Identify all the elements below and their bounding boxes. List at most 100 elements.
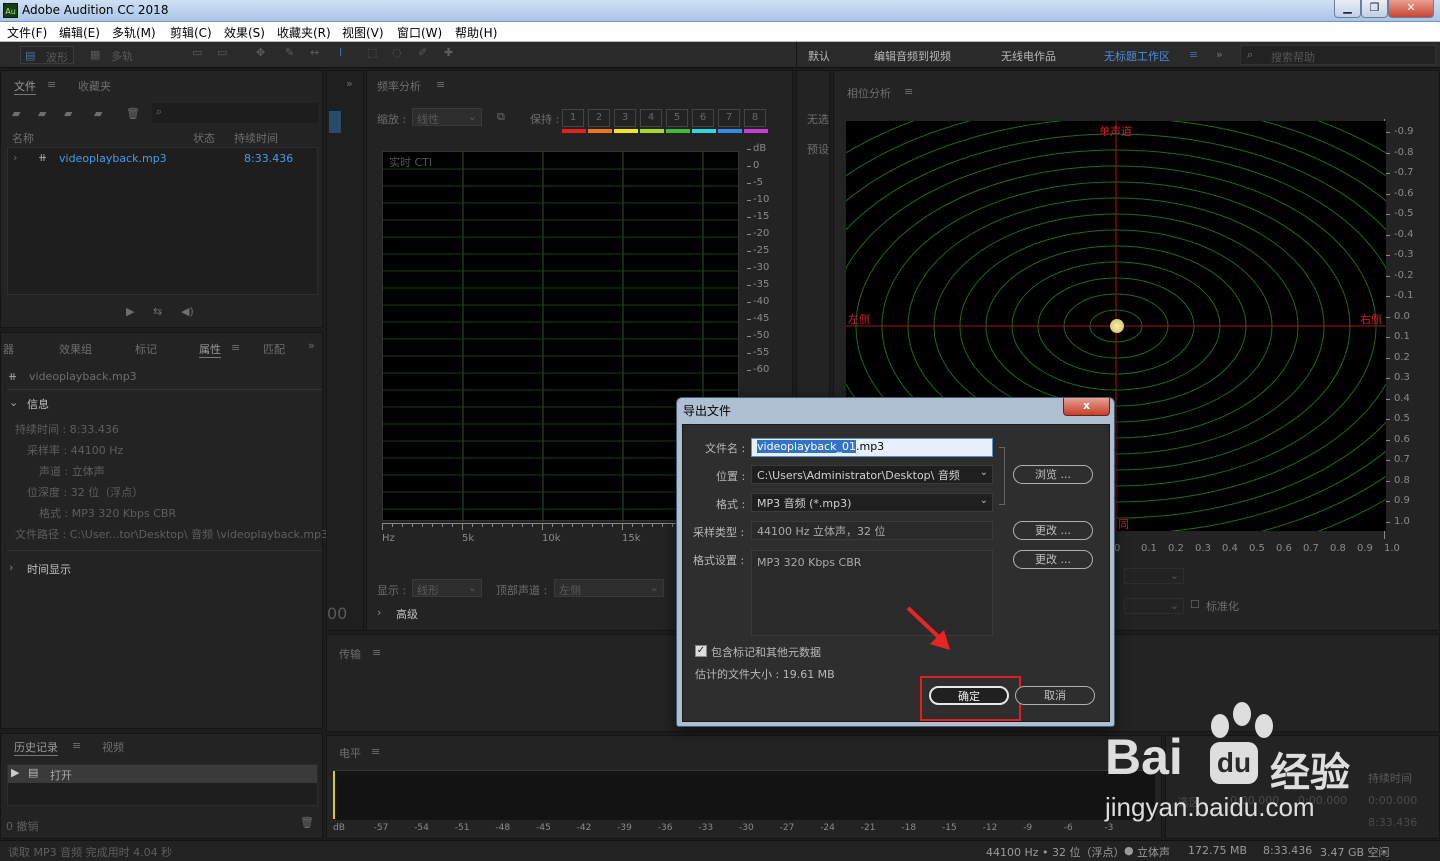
open-file-icon[interactable]: ▰: [12, 107, 20, 120]
transport-menu-icon[interactable]: ≡: [372, 646, 381, 659]
display-select[interactable]: 线形 ⌄: [412, 579, 482, 597]
side-item-presets[interactable]: 预设: [807, 141, 829, 157]
change-sample-button[interactable]: 更改 ...: [1013, 521, 1093, 540]
help-search-box[interactable]: ⌕ 搜索帮助: [1240, 45, 1436, 65]
workspace-edit-to-video[interactable]: 编辑音频到视频: [874, 48, 951, 64]
expand-icon[interactable]: ›: [9, 561, 13, 574]
col-name[interactable]: 名称: [12, 130, 34, 146]
menu-favorites[interactable]: 收藏夹(R): [277, 24, 331, 41]
col-status[interactable]: 状态: [193, 130, 215, 146]
change-format-button[interactable]: 更改 ...: [1013, 550, 1093, 569]
insert-icon[interactable]: ▰: [94, 107, 102, 120]
razor-tool-icon[interactable]: ✎: [285, 46, 294, 59]
level-menu-icon[interactable]: ≡: [371, 745, 380, 758]
workspace-untitled[interactable]: 无标题工作区: [1104, 48, 1170, 64]
expand-icon[interactable]: ›: [377, 606, 381, 619]
close-window-button[interactable]: ✕: [1388, 0, 1434, 18]
view-duration[interactable]: 8:33.436: [1368, 816, 1417, 829]
collapse-icon[interactable]: ⌄: [9, 396, 18, 409]
time-selection-tool-icon[interactable]: I: [339, 46, 342, 59]
tab-video[interactable]: 视频: [102, 739, 124, 755]
side-item-none[interactable]: 无选: [807, 111, 829, 127]
history-menu-icon[interactable]: ≡: [72, 739, 81, 752]
brush-tool-icon[interactable]: ✐: [418, 46, 427, 59]
selection-end[interactable]: 0:00.000: [1298, 794, 1347, 807]
hold-button-2[interactable]: 2: [588, 109, 610, 127]
tab-history[interactable]: 历史记录: [14, 739, 58, 756]
format-select[interactable]: MP3 音频 (*.mp3) ⌄: [751, 493, 993, 512]
editor-tab-icon[interactable]: [329, 111, 341, 133]
ok-button[interactable]: 确定: [929, 686, 1009, 705]
spectral-display-icon[interactable]: ▭: [192, 46, 202, 59]
normalize-checkbox[interactable]: ☐: [1190, 598, 1200, 611]
multitrack-view-button[interactable]: ▦ 多轨: [86, 46, 140, 64]
hold-button-1[interactable]: 1: [562, 109, 584, 127]
lasso-tool-icon[interactable]: ◌: [392, 46, 402, 59]
maximize-button[interactable]: ❐: [1361, 0, 1388, 18]
move-tool-icon[interactable]: ✥: [256, 46, 265, 59]
dialog-close-button[interactable]: x: [1063, 398, 1110, 416]
menu-effects[interactable]: 效果(S): [224, 24, 265, 41]
files-menu-icon[interactable]: ≡: [47, 78, 56, 91]
info-header[interactable]: 信息: [27, 396, 49, 412]
zoom-select[interactable]: 线性 ⌄: [412, 108, 482, 126]
top-channel-select[interactable]: 左侧 ⌄: [554, 579, 664, 597]
spot-healing-tool-icon[interactable]: ✚: [444, 46, 453, 59]
filename-input[interactable]: videoplayback_01.mp3: [751, 438, 993, 457]
marquee-tool-icon[interactable]: ⬚: [367, 46, 377, 59]
delete-history-icon[interactable]: 🗑: [300, 816, 314, 829]
workspace-radio[interactable]: 无线电作品: [1001, 48, 1056, 64]
search-input[interactable]: 搜索帮助: [1271, 49, 1315, 65]
pitch-display-icon[interactable]: ▭: [217, 46, 227, 59]
tab-effects-rack[interactable]: 效果组: [59, 341, 92, 357]
play-preview-icon[interactable]: ▶: [126, 305, 134, 318]
workspace-default[interactable]: 默认: [808, 48, 830, 64]
slip-tool-icon[interactable]: ↔: [310, 46, 319, 59]
hold-button-3[interactable]: 3: [614, 109, 636, 127]
browse-button[interactable]: 浏览 ...: [1013, 465, 1093, 484]
history-item[interactable]: ▶ ▤ 打开: [8, 765, 317, 783]
panel-overflow-icon[interactable]: »: [308, 339, 315, 352]
scroll-icon[interactable]: ⧉: [497, 110, 505, 124]
menu-clip[interactable]: 剪辑(C): [170, 24, 212, 41]
hold-button-6[interactable]: 6: [692, 109, 714, 127]
workspace-menu-icon[interactable]: ≡: [1189, 48, 1198, 61]
expand-icon[interactable]: ›: [13, 151, 17, 164]
menu-view[interactable]: 视图(V): [342, 24, 384, 41]
time-display-header[interactable]: 时间显示: [27, 561, 71, 577]
phase-menu-icon[interactable]: ≡: [904, 85, 913, 98]
delete-icon[interactable]: 🗑: [126, 107, 140, 120]
menu-window[interactable]: 窗口(W): [397, 24, 442, 41]
menu-help[interactable]: 帮助(H): [455, 24, 497, 41]
tab-files[interactable]: 文件: [14, 78, 36, 95]
files-search-input[interactable]: ⌕: [152, 103, 318, 123]
metadata-checkbox[interactable]: ✓: [695, 645, 707, 657]
new-file-icon[interactable]: ▰: [64, 107, 72, 120]
location-select[interactable]: C:\Users\Administrator\Desktop\ 音频 ⌄: [751, 465, 993, 484]
expand-panels-icon[interactable]: »: [346, 77, 353, 90]
file-row[interactable]: › ⧺ videoplayback.mp3 8:33.436: [8, 150, 317, 167]
hold-button-4[interactable]: 4: [640, 109, 662, 127]
menu-multitrack[interactable]: 多轨(M): [112, 24, 156, 41]
tab-media-browser[interactable]: 器: [3, 341, 14, 357]
hold-button-7[interactable]: 7: [718, 109, 740, 127]
waveform-view-button[interactable]: ▤ 波形: [20, 46, 74, 64]
advanced-header[interactable]: 高级: [396, 606, 418, 622]
properties-menu-icon[interactable]: ≡: [231, 341, 240, 354]
minimize-button[interactable]: ▁: [1334, 0, 1361, 18]
cancel-button[interactable]: 取消: [1015, 686, 1095, 705]
selection-duration[interactable]: 0:00.000: [1368, 794, 1417, 807]
selection-start[interactable]: 0:00.000: [1230, 794, 1279, 807]
autoplay-icon[interactable]: ◀): [181, 305, 194, 318]
tab-markers[interactable]: 标记: [135, 341, 157, 357]
workspace-overflow-icon[interactable]: »: [1216, 48, 1223, 61]
frequency-menu-icon[interactable]: ≡: [436, 78, 445, 91]
hold-button-8[interactable]: 8: [744, 109, 766, 127]
hold-button-5[interactable]: 5: [666, 109, 688, 127]
tab-properties[interactable]: 属性: [199, 341, 221, 358]
menu-file[interactable]: 文件(F): [7, 24, 47, 41]
menu-edit[interactable]: 编辑(E): [59, 24, 100, 41]
col-duration[interactable]: 持续时间: [234, 130, 278, 146]
tab-match[interactable]: 匹配: [263, 341, 285, 357]
phase-select-1[interactable]: ⌄: [1124, 568, 1184, 584]
